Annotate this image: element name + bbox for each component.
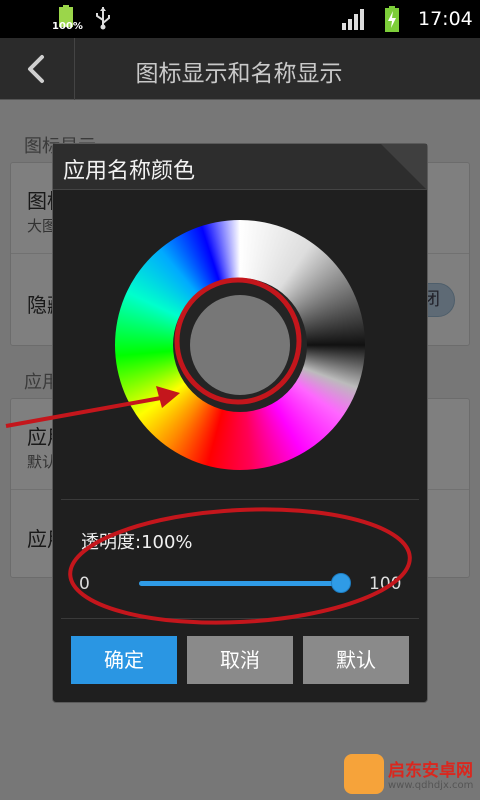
clock: 17:04 [418,8,473,30]
default-button[interactable]: 默认 [303,636,409,684]
slider-min-label: 0 [79,574,90,594]
dialog-title: 应用名称颜色 [63,159,196,184]
watermark-url: www.qdhdjx.com [388,780,474,791]
ok-button[interactable]: 确定 [71,636,177,684]
color-picker-dialog: 应用名称颜色 透明度:100% 0 100 确定 取消 默认 [52,143,428,703]
usb-icon [96,7,110,30]
opacity-label: 透明度:100% [81,532,193,553]
back-arrow-icon[interactable] [20,52,54,86]
page-title: 图标显示和名称显示 [135,61,343,87]
signal-icon [342,9,364,30]
dialog-header: 应用名称颜色 [53,144,427,190]
opacity-slider-track[interactable] [139,581,341,586]
watermark: 启东安卓网 www.qdhdjx.com [340,752,480,800]
battery-charging-icon [385,6,399,32]
watermark-logo-icon [344,754,384,794]
title-bar: 图标显示和名称显示 [0,38,480,100]
color-wheel[interactable] [115,220,365,470]
status-bar: 100% 17:04 [0,0,480,38]
slider-max-label: 100 [369,574,402,594]
watermark-name: 启东安卓网 [388,761,473,781]
dialog-divider [61,499,419,500]
dialog-divider [61,618,419,619]
dialog-header-decoration [381,144,427,190]
cancel-button[interactable]: 取消 [187,636,293,684]
opacity-slider-thumb[interactable] [331,573,351,593]
selected-color-preview[interactable] [190,295,290,395]
battery-percent: 100% [52,21,83,32]
opacity-slider-fill [139,581,341,586]
